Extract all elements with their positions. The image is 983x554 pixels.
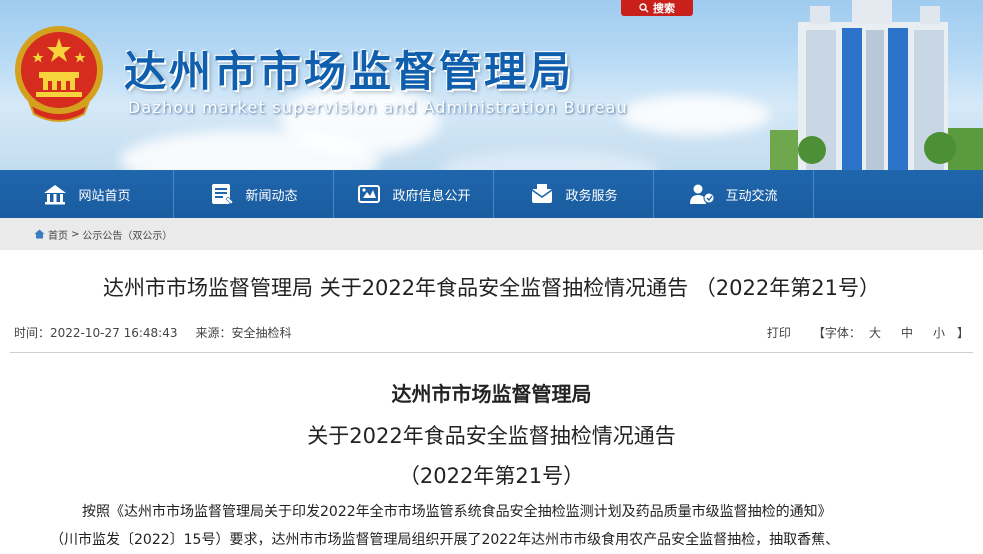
search-button[interactable]: 搜索	[621, 0, 693, 16]
site-title: 达州市市场监督管理局	[124, 47, 575, 96]
font-size-label: 【字体：	[812, 326, 861, 340]
divider	[10, 352, 973, 353]
document-paragraph-line: （川市监发〔2022〕15号）要求，达州市市场监督管理局组织开展了2022年达州…	[50, 532, 840, 548]
cloud-decoration	[440, 150, 660, 170]
article-source: 来源：安全抽检科	[195, 324, 291, 341]
news-icon	[212, 184, 234, 205]
nav-item-info-disclosure[interactable]: 政府信息公开	[334, 170, 494, 218]
nav-item-label: 政务服务	[565, 188, 618, 204]
nav-item-label: 新闻动态	[245, 188, 298, 204]
article-tools: 打印 【字体： 大 中 小 】	[767, 324, 969, 341]
breadcrumb-current-link[interactable]: 公示公告（双公示）	[82, 227, 172, 242]
nav-item-news[interactable]: 新闻动态	[174, 170, 334, 218]
article-meta: 时间：2022-10-27 16:48:43 来源：安全抽检科	[14, 324, 292, 341]
breadcrumb-home-icon	[34, 229, 45, 239]
search-icon	[639, 3, 649, 13]
publish-time: 时间：2022-10-27 16:48:43	[14, 324, 177, 341]
office-building-image	[770, 0, 983, 170]
site-subtitle: Dazhou market supervision and Administra…	[128, 98, 628, 117]
service-icon	[532, 184, 553, 203]
font-size-large-button[interactable]: 大	[869, 324, 881, 341]
info-disclosure-icon	[358, 185, 381, 203]
print-button[interactable]: 打印	[767, 324, 791, 341]
site-banner: 达州市市场监督管理局 Dazhou market supervision and…	[0, 0, 983, 170]
breadcrumb: 首页 > 公示公告（双公示）	[0, 218, 983, 250]
nav-item-home[interactable]: 网站首页	[0, 170, 174, 218]
publish-time-value: 2022-10-27 16:48:43	[50, 326, 178, 340]
article-source-label: 来源：	[195, 326, 232, 340]
breadcrumb-home-link[interactable]: 首页	[48, 227, 68, 242]
nav-item-interaction[interactable]: 互动交流	[654, 170, 814, 218]
document-org-heading: 达州市市场监督管理局	[391, 382, 592, 406]
nav-item-label: 政府信息公开	[392, 188, 471, 204]
interaction-icon	[690, 184, 715, 204]
font-size-medium-button[interactable]: 中	[901, 324, 913, 341]
document-paragraph-line: 按照《达州市市场监督管理局关于印发2022年全市市场监管系统食品安全抽检监测计划…	[82, 504, 832, 520]
nav-item-label: 网站首页	[78, 188, 131, 204]
article-title: 达州市市场监督管理局 关于2022年食品安全监督抽检情况通告 （2022年第21…	[103, 276, 880, 300]
article-source-value: 安全抽检科	[231, 326, 292, 340]
search-label: 搜索	[653, 2, 675, 15]
font-size-close-bracket: 】	[956, 326, 969, 340]
national-emblem-icon	[15, 26, 103, 122]
document-subject-heading: 关于2022年食品安全监督抽检情况通告	[307, 424, 676, 448]
cloud-decoration	[620, 95, 770, 135]
nav-item-label: 互动交流	[725, 188, 778, 204]
publish-time-label: 时间：	[14, 326, 51, 340]
breadcrumb-separator: >	[71, 228, 80, 240]
main-nav: 网站首页 新闻动态 政府信息公开 政务服务 互动交流	[0, 170, 983, 218]
nav-item-service[interactable]: 政务服务	[494, 170, 654, 218]
font-size-small-button[interactable]: 小	[933, 324, 945, 341]
document-number-heading: （2022年第21号）	[398, 464, 585, 488]
home-icon	[44, 185, 67, 205]
